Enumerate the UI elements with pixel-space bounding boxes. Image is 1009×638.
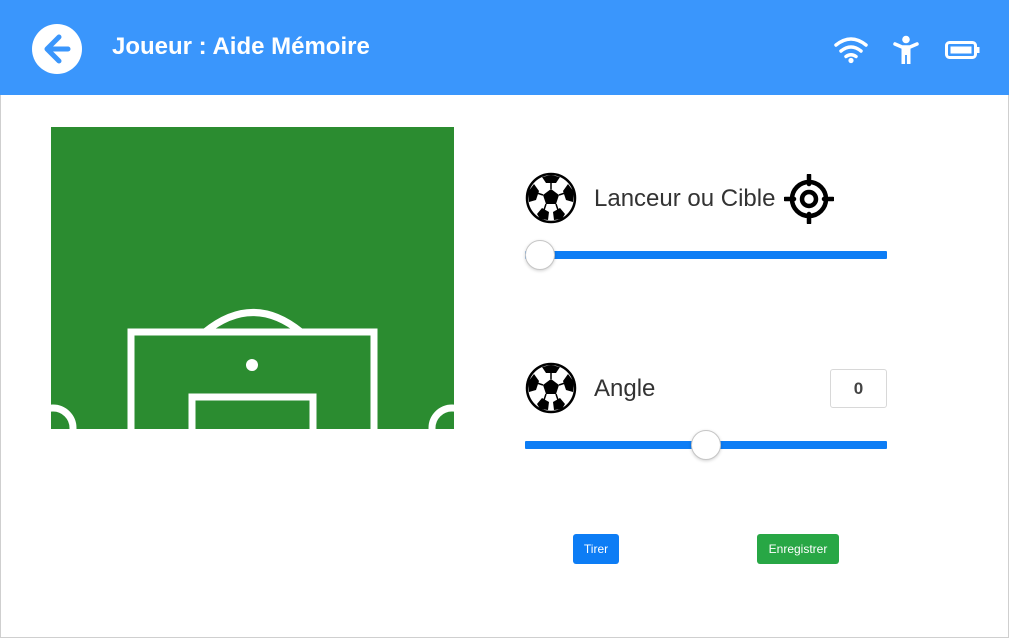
angle-value-field[interactable]: 0 [830, 369, 887, 408]
pitch-lines [51, 309, 454, 429]
save-button[interactable]: Enregistrer [757, 534, 839, 564]
football-pitch[interactable] [51, 127, 454, 429]
soccer-ball-icon [525, 362, 577, 414]
page-title: Joueur : Aide Mémoire [112, 33, 370, 60]
launcher-slider-track[interactable] [525, 251, 887, 259]
person-icon [893, 35, 919, 64]
app-header: Joueur : Aide Mémoire [0, 0, 1009, 95]
crosshair-icon[interactable] [784, 174, 834, 224]
battery-icon [945, 41, 980, 59]
shoot-button[interactable]: Tirer [573, 534, 619, 564]
back-button[interactable] [32, 24, 82, 74]
soccer-ball-icon [525, 172, 577, 224]
angle-label: Angle [594, 375, 656, 402]
arrow-left-icon [44, 34, 71, 64]
launcher-slider-thumb[interactable] [525, 240, 555, 270]
launcher-target-label: Lanceur ou Cible [594, 185, 776, 212]
wifi-icon [834, 37, 868, 64]
angle-slider-thumb[interactable] [691, 430, 721, 460]
